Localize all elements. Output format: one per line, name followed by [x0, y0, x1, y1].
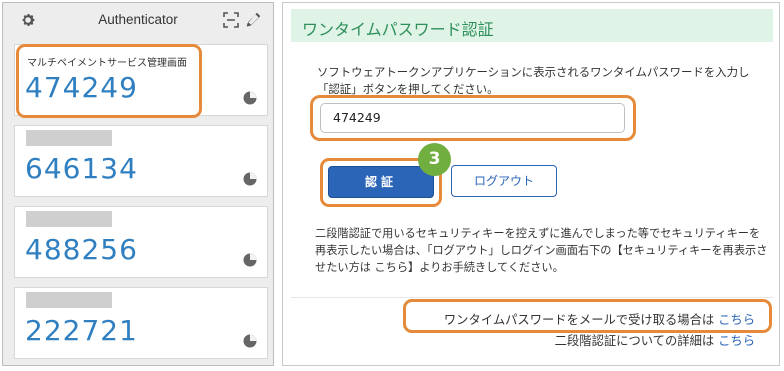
- timer-icon: [243, 172, 257, 186]
- scan-qr-icon[interactable]: [223, 12, 239, 28]
- otp-header: ワンタイムパスワード認証: [291, 9, 773, 42]
- authenticator-panel: Authenticator マルチペイメントサービス管理画面 474249 64…: [2, 2, 274, 366]
- pencil-edit-icon[interactable]: [245, 11, 262, 28]
- account-card[interactable]: 488256: [14, 206, 268, 278]
- logout-button[interactable]: ログアウト: [451, 165, 557, 197]
- account-card[interactable]: 646134: [14, 125, 268, 197]
- authenticator-header: Authenticator: [3, 3, 273, 37]
- detail-link[interactable]: こちら: [718, 334, 755, 348]
- divider: [291, 297, 773, 298]
- account-card[interactable]: 222721: [14, 287, 268, 359]
- detail-text: 二段階認証についての詳細は: [554, 334, 715, 348]
- timer-icon: [243, 253, 257, 267]
- page-title: ワンタイムパスワード認証: [302, 20, 494, 39]
- highlight-frame: [16, 44, 202, 118]
- mail-line: ワンタイムパスワードをメールで受け取る場合は こちら: [444, 310, 755, 328]
- otp-code: 488256: [25, 233, 138, 266]
- timer-icon: [243, 334, 257, 348]
- security-key-note: 二段階認証で用いるセキュリティキーを控えずに進んでしまった等でセキュリティキーを…: [315, 227, 768, 274]
- redacted-account-name: [26, 211, 112, 227]
- mail-link[interactable]: こちら: [718, 313, 755, 327]
- step-badge: 3: [418, 143, 451, 176]
- otp-panel: ワンタイムパスワード認証 ソフトウェアトークンアプリケーションに表示されるワンタ…: [282, 2, 780, 366]
- otp-code: 646134: [25, 152, 138, 185]
- redacted-account-name: [26, 292, 112, 308]
- mail-text: ワンタイムパスワードをメールで受け取る場合は: [443, 313, 715, 327]
- timer-icon: [243, 91, 257, 105]
- otp-input[interactable]: 474249: [320, 103, 625, 133]
- otp-code: 222721: [25, 314, 138, 347]
- redacted-account-name: [26, 130, 112, 146]
- detail-line: 二段階認証についての詳細は こちら: [555, 331, 755, 349]
- instruction-text: ソフトウェアトークンアプリケーションに表示されるワンタイムパスワードを入力し「認…: [317, 65, 750, 96]
- submit-button[interactable]: 認証: [328, 166, 434, 198]
